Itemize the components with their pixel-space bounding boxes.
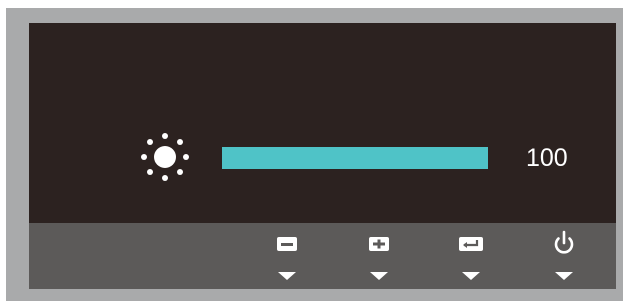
minus-button[interactable] [265, 223, 309, 289]
brightness-row: 100 [29, 23, 616, 223]
minus-icon [277, 237, 297, 251]
plus-icon [369, 237, 389, 251]
brightness-sun-icon [141, 133, 189, 181]
chevron-down-icon [278, 272, 296, 280]
brightness-value: 100 [526, 144, 568, 172]
power-button[interactable] [542, 223, 586, 289]
chevron-down-icon [462, 272, 480, 280]
power-icon [554, 230, 574, 254]
enter-icon [459, 237, 483, 251]
brightness-level-bar[interactable] [222, 147, 488, 169]
osd-button-bar [29, 223, 616, 289]
plus-button[interactable] [357, 223, 401, 289]
osd-screen: 100 [29, 23, 616, 223]
brightness-level-fill [222, 147, 488, 169]
chevron-down-icon [555, 272, 573, 280]
chevron-down-icon [370, 272, 388, 280]
enter-button[interactable] [449, 223, 493, 289]
